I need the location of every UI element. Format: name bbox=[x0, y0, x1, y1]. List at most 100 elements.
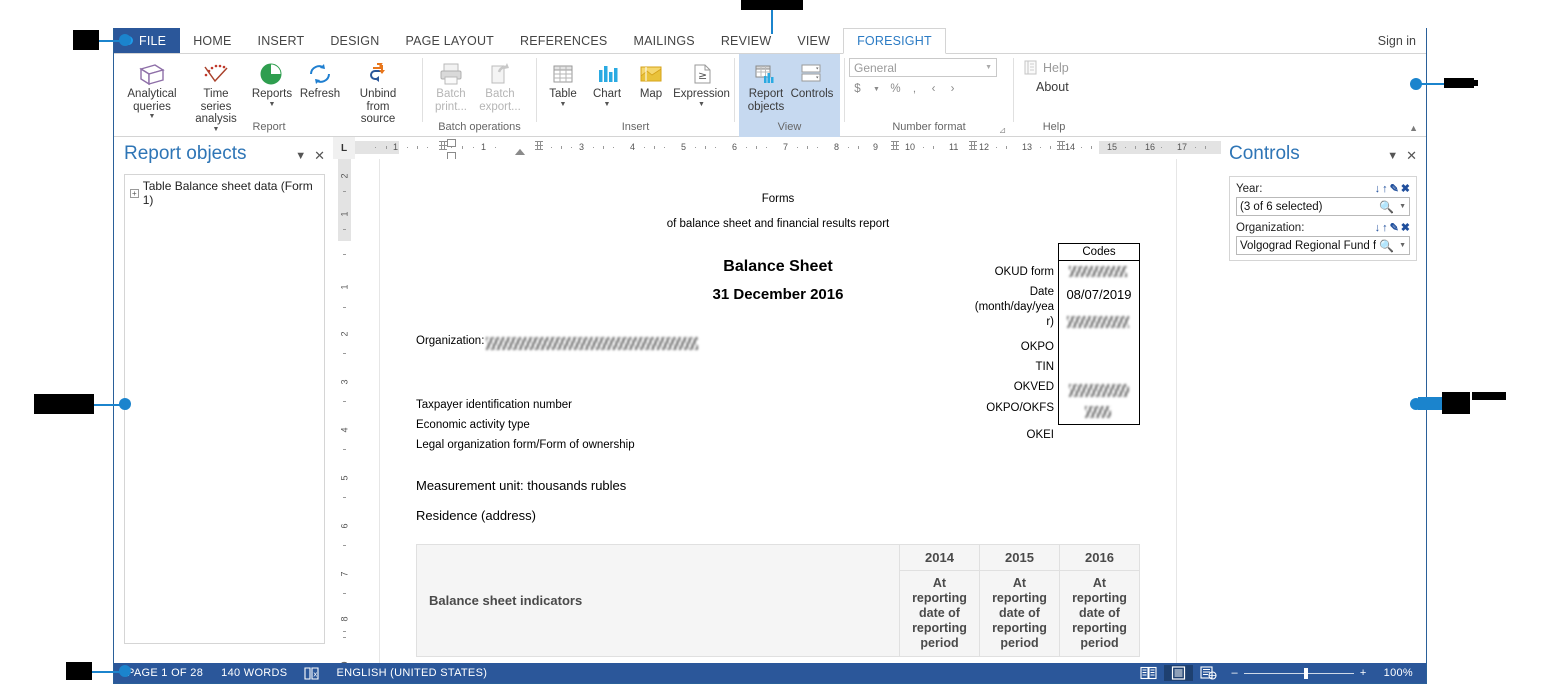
first-line-indent-marker[interactable] bbox=[447, 139, 456, 147]
hanging-indent-marker[interactable] bbox=[515, 149, 525, 155]
year-move-up-icon[interactable]: ↑ bbox=[1382, 183, 1388, 195]
collapse-ribbon-icon[interactable]: ▲ bbox=[1409, 123, 1418, 133]
currency-format-button[interactable]: $ bbox=[849, 80, 866, 98]
currency-chevron-down-icon[interactable]: ▼ bbox=[868, 80, 885, 98]
year-control-input[interactable]: (3 of 6 selected) 🔍 ▼ bbox=[1236, 197, 1410, 216]
organization-search-icon[interactable]: 🔍 bbox=[1376, 239, 1397, 253]
tree-expander-icon[interactable]: + bbox=[130, 189, 139, 198]
sign-in-button[interactable]: Sign in bbox=[1368, 28, 1426, 53]
number-format-dialog-launcher-icon[interactable]: ⊿ bbox=[998, 126, 1007, 135]
read-mode-icon[interactable] bbox=[1133, 665, 1164, 681]
bar-chart-icon bbox=[593, 60, 621, 88]
decrease-decimal-button[interactable]: ‹ bbox=[925, 80, 942, 98]
balance-sheet-table[interactable]: Balance sheet indicators 2014 2015 2016 … bbox=[416, 544, 1140, 657]
controls-toggle-button[interactable]: Controls bbox=[789, 58, 835, 103]
batch-export-button[interactable]: Batch export... bbox=[475, 58, 525, 115]
status-page-indicator[interactable]: PAGE 1 OF 28 bbox=[118, 667, 212, 679]
increase-decimal-button[interactable]: › bbox=[944, 80, 961, 98]
ruler-tick-17: 17 bbox=[1177, 141, 1187, 154]
zoom-level-label[interactable]: 100% bbox=[1375, 667, 1422, 679]
year-move-down-icon[interactable]: ↓ bbox=[1375, 183, 1381, 195]
report-objects-pane-menu-icon[interactable]: ▼ bbox=[295, 150, 306, 162]
codes-cell-okei bbox=[1059, 402, 1139, 424]
percent-format-button[interactable]: % bbox=[887, 80, 904, 98]
tab-mailings[interactable]: MAILINGS bbox=[620, 28, 707, 53]
zoom-out-button[interactable]: – bbox=[1232, 667, 1238, 679]
tab-references[interactable]: REFERENCES bbox=[507, 28, 620, 53]
year-delete-icon[interactable]: ✖ bbox=[1401, 182, 1410, 195]
help-button[interactable]: Help bbox=[1018, 58, 1075, 78]
svg-text:x: x bbox=[314, 670, 318, 678]
vertical-ruler[interactable]: 2 1 1 2 3 4 5 6 7 bbox=[333, 159, 355, 664]
insert-table-caret-icon[interactable]: ▼ bbox=[560, 101, 567, 109]
reports-button[interactable]: Reports ▼ bbox=[248, 58, 296, 111]
about-button[interactable]: About bbox=[1018, 78, 1075, 96]
table-row-header: Balance sheet indicators bbox=[417, 545, 900, 657]
tab-page-layout[interactable]: PAGE LAYOUT bbox=[392, 28, 507, 53]
report-objects-toggle-button[interactable]: Report objects bbox=[743, 58, 789, 115]
number-format-select[interactable]: General ▼ bbox=[849, 58, 997, 77]
number-format-items: General ▼ $ ▼ % , ‹ › bbox=[849, 54, 1009, 120]
tab-insert[interactable]: INSERT bbox=[245, 28, 318, 53]
zoom-slider-thumb[interactable] bbox=[1304, 668, 1308, 679]
controls-pane-menu-icon[interactable]: ▼ bbox=[1387, 150, 1398, 162]
organization-delete-icon[interactable]: ✖ bbox=[1401, 221, 1410, 234]
vruler-tick-8: 8 bbox=[340, 613, 350, 626]
comma-format-button[interactable]: , bbox=[906, 80, 923, 98]
web-layout-icon[interactable] bbox=[1193, 665, 1224, 681]
controls-icon bbox=[798, 60, 826, 88]
insert-chart-caret-icon[interactable]: ▼ bbox=[604, 101, 611, 109]
print-layout-icon[interactable] bbox=[1164, 665, 1193, 681]
vruler-tick-1: 1 bbox=[340, 208, 350, 221]
about-label: About bbox=[1036, 80, 1069, 94]
refresh-button[interactable]: Refresh bbox=[296, 58, 344, 103]
insert-map-button[interactable]: Map bbox=[629, 58, 673, 103]
zoom-in-button[interactable]: + bbox=[1360, 667, 1367, 679]
organization-chevron-down-icon[interactable]: ▼ bbox=[1397, 242, 1406, 249]
code-label-okpo-okfs: OKPO/OKFS bbox=[904, 401, 1054, 416]
insert-table-label: Table bbox=[549, 88, 577, 101]
report-objects-tree[interactable]: + Table Balance sheet data (Form 1) bbox=[124, 174, 325, 644]
ribbon-body: Analytical queries ▼ Time series analysi… bbox=[114, 54, 1426, 137]
tab-foresight[interactable]: FORESIGHT bbox=[843, 28, 946, 54]
horizontal-ruler[interactable]: 1 1 3 4 5 bbox=[355, 137, 1221, 159]
batch-print-button[interactable]: Batch print... bbox=[427, 58, 475, 115]
analytical-queries-label: Analytical queries bbox=[124, 88, 180, 113]
page-scroll-area[interactable]: Forms of balance sheet and financial res… bbox=[355, 159, 1221, 664]
doc-measurement-unit: Measurement unit: thousands rubles bbox=[416, 473, 1140, 499]
unbind-from-source-button[interactable]: Unbind from source bbox=[344, 58, 412, 128]
insert-chart-button[interactable]: Chart ▼ bbox=[585, 58, 629, 111]
year-chevron-down-icon[interactable]: ▼ bbox=[1397, 203, 1406, 210]
organization-control-input[interactable]: Volgograd Regional Fund for 🔍 ▼ bbox=[1236, 236, 1410, 255]
tab-file[interactable]: FILE bbox=[114, 28, 180, 53]
year-edit-icon[interactable]: ✎ bbox=[1390, 182, 1399, 195]
analytical-queries-button[interactable]: Analytical queries ▼ bbox=[120, 58, 184, 123]
document-page[interactable]: Forms of balance sheet and financial res… bbox=[379, 159, 1177, 664]
vruler-tick-7: 7 bbox=[340, 568, 350, 581]
tab-view[interactable]: VIEW bbox=[784, 28, 843, 53]
reports-caret-icon[interactable]: ▼ bbox=[269, 101, 276, 109]
status-word-count[interactable]: 140 WORDS bbox=[212, 667, 296, 679]
report-objects-pane-close-icon[interactable]: ✕ bbox=[314, 148, 325, 164]
number-format-chevron-down-icon[interactable]: ▼ bbox=[985, 64, 992, 71]
spellcheck-icon[interactable]: x bbox=[296, 667, 327, 680]
year-search-icon[interactable]: 🔍 bbox=[1376, 200, 1397, 214]
ruler-tick-16: 16 bbox=[1145, 141, 1155, 154]
insert-table-button[interactable]: Table ▼ bbox=[541, 58, 585, 111]
tab-home[interactable]: HOME bbox=[180, 28, 244, 53]
tree-item-balance-sheet-data[interactable]: + Table Balance sheet data (Form 1) bbox=[130, 179, 319, 207]
status-language[interactable]: ENGLISH (UNITED STATES) bbox=[327, 667, 496, 679]
insert-expression-caret-icon[interactable]: ▼ bbox=[698, 101, 705, 109]
controls-pane-close-icon[interactable]: ✕ bbox=[1406, 148, 1417, 164]
vruler-tick-1b: 1 bbox=[340, 281, 350, 294]
insert-expression-button[interactable]: ≥ Expression ▼ bbox=[673, 58, 730, 111]
organization-move-up-icon[interactable]: ↑ bbox=[1382, 222, 1388, 234]
organization-move-down-icon[interactable]: ↓ bbox=[1375, 222, 1381, 234]
ribbon-separator-2 bbox=[536, 58, 537, 122]
tab-stop-selector[interactable]: L bbox=[333, 137, 355, 159]
organization-edit-icon[interactable]: ✎ bbox=[1390, 221, 1399, 234]
tab-review[interactable]: REVIEW bbox=[708, 28, 785, 53]
status-bar: PAGE 1 OF 28 140 WORDS x ENGLISH (UNITED… bbox=[114, 663, 1426, 683]
tab-design[interactable]: DESIGN bbox=[317, 28, 392, 53]
zoom-slider[interactable] bbox=[1244, 673, 1354, 674]
